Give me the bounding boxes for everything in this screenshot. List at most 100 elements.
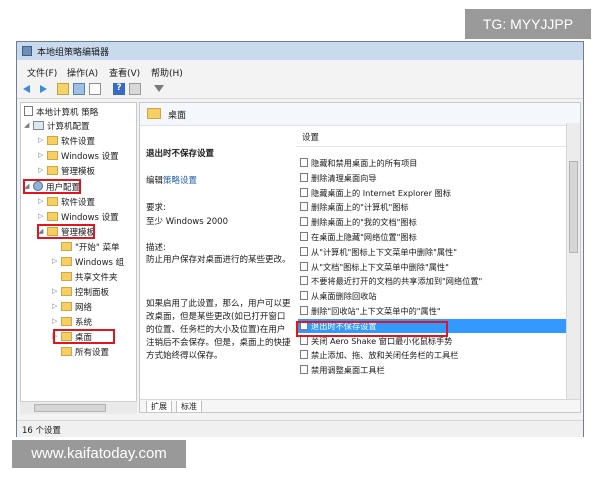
filter-icon[interactable]	[153, 83, 165, 95]
setting-row[interactable]: 隐藏和禁用桌面上的所有项目	[298, 156, 566, 170]
tree-windows-components[interactable]: ▷ Windows 组	[52, 256, 125, 269]
up-folder-icon[interactable]	[57, 83, 69, 95]
setting-row[interactable]: 禁止添加、拖、放和关闭任务栏的工具栏	[298, 348, 566, 362]
group-policy-editor-window: 本地组策略编辑器 文件(F) 操作(A) 查看(V) 帮助(H) ? 本地计算机…	[16, 41, 584, 437]
setting-row[interactable]: 从"文档"图标上下文菜单中删除"属性"	[298, 260, 566, 274]
setting-label: 从"文档"图标上下文菜单中删除"属性"	[311, 261, 449, 272]
collapse-arrow-icon[interactable]: ▷	[52, 287, 57, 295]
setting-label: 禁止添加、拖、放和关闭任务栏的工具栏	[311, 350, 459, 361]
status-text: 16 个设置	[22, 426, 62, 436]
tree-user-windows-settings[interactable]: ▷ Windows 设置	[38, 211, 119, 224]
tree-network[interactable]: ▷ 网络	[52, 301, 93, 314]
tree-shared-folders-label: 共享文件夹	[75, 273, 118, 283]
menu-file[interactable]: 文件(F)	[27, 66, 57, 79]
tree-user-windows-label: Windows 设置	[61, 213, 119, 223]
tree-system-label: 系统	[75, 318, 93, 328]
status-bar: 16 个设置	[17, 420, 583, 437]
menu-help[interactable]: 帮助(H)	[151, 66, 183, 79]
collapse-arrow-icon[interactable]: ▷	[38, 197, 43, 205]
collapse-arrow-icon[interactable]: ▷	[52, 302, 57, 310]
detail-pane: 桌面 退出时不保存设置 编辑策略设置 要求: 至少 Windows 2000 描…	[139, 102, 581, 413]
collapse-arrow-icon[interactable]: ▷	[52, 257, 57, 265]
folder-icon	[61, 287, 72, 296]
tree-network-label: 网络	[75, 303, 93, 313]
tree-start-menu[interactable]: "开始" 菜单	[61, 241, 120, 254]
requirements-label: 要求:	[146, 203, 166, 213]
setting-label: 隐藏桌面上的 Internet Explorer 图标	[311, 187, 451, 198]
folder-icon	[47, 136, 58, 145]
show-hide-tree-icon[interactable]	[73, 83, 85, 95]
description-panel: 退出时不保存设置 编辑策略设置 要求: 至少 Windows 2000 描述: …	[140, 126, 291, 412]
tree-all-settings[interactable]: 所有设置	[61, 346, 109, 359]
tree-control-panel-label: 控制面板	[75, 288, 110, 298]
tree-user-software-label: 软件设置	[61, 198, 96, 208]
tree-control-panel[interactable]: ▷ 控制面板	[52, 286, 110, 299]
setting-label: 关闭 Aero Shake 窗口最小化鼠标手势	[311, 335, 453, 346]
settings-column-header[interactable]: 设置	[302, 131, 319, 143]
edit-prefix: 编辑	[146, 176, 164, 186]
window-title: 本地组策略编辑器	[37, 48, 110, 58]
export-list-icon[interactable]	[89, 83, 101, 95]
tree-software-settings-label: 软件设置	[61, 137, 96, 147]
setting-row[interactable]: 隐藏桌面上的 Internet Explorer 图标	[298, 186, 566, 200]
detail-header: 桌面	[140, 103, 580, 126]
scroll-thumb[interactable]	[569, 161, 578, 253]
setting-doc-icon	[300, 276, 308, 286]
tab-extended[interactable]: 扩展	[146, 401, 172, 412]
tree-software-settings[interactable]: ▷ 软件设置	[38, 135, 96, 148]
tree-admin-templates-label: 管理模板	[61, 167, 96, 177]
highlight-box-selected-setting	[296, 321, 448, 337]
collapse-arrow-icon[interactable]: ▷	[38, 136, 43, 144]
tree-computer-config[interactable]: ◢ 计算机配置	[24, 120, 90, 133]
setting-row[interactable]: 在桌面上隐藏"网络位置"图标	[298, 230, 566, 244]
setting-row[interactable]: 删除"回收站"上下文菜单中的"属性"	[298, 304, 566, 318]
setting-doc-icon	[300, 158, 308, 167]
tree-root-label: 本地计算机 策略	[36, 108, 99, 118]
help-icon[interactable]: ?	[113, 83, 125, 95]
setting-row[interactable]: 不要将最近打开的文档的共享添加到"网络位置"	[298, 274, 566, 288]
toolbar: ?	[17, 80, 583, 99]
setting-label: 删除清理桌面向导	[311, 172, 377, 183]
tree-user-software-settings[interactable]: ▷ 软件设置	[38, 196, 96, 209]
setting-row[interactable]: 从桌面删除回收站	[298, 289, 566, 303]
highlight-box-user-config	[23, 179, 81, 194]
tree-horizontal-scrollbar[interactable]	[20, 401, 137, 414]
expand-arrow-icon[interactable]: ◢	[24, 121, 29, 129]
setting-row[interactable]: 删除桌面上的"我的文档"图标	[298, 215, 566, 229]
forward-arrow-icon[interactable]	[37, 83, 49, 95]
tree-system[interactable]: ▷ 系统	[52, 316, 93, 329]
edit-policy-link[interactable]: 策略设置	[163, 176, 197, 186]
tree-admin-templates[interactable]: ▷ 管理模板	[38, 165, 96, 178]
folder-icon	[61, 257, 72, 266]
tree-windows-settings-label: Windows 设置	[61, 152, 119, 162]
scroll-thumb[interactable]	[34, 404, 106, 412]
tree-windows-components-label: Windows 组	[75, 258, 125, 268]
menu-view[interactable]: 查看(V)	[109, 66, 140, 79]
setting-doc-icon	[300, 291, 308, 301]
setting-row[interactable]: 禁用调整桌面工具栏	[298, 363, 566, 377]
setting-row[interactable]: 删除清理桌面向导	[298, 171, 566, 185]
tree-windows-settings[interactable]: ▷ Windows 设置	[38, 150, 119, 163]
highlight-box-admin-templates	[37, 224, 95, 239]
setting-row[interactable]: 从"计算机"图标上下文菜单中删除"属性"	[298, 245, 566, 259]
setting-row[interactable]: 删除桌面上的"计算机"图标	[298, 200, 566, 214]
tree-shared-folders[interactable]: 共享文件夹	[61, 271, 118, 284]
tab-standard[interactable]: 标准	[176, 401, 202, 412]
collapse-arrow-icon[interactable]: ▷	[38, 212, 43, 220]
setting-doc-icon	[300, 350, 308, 360]
view-tabs: 扩展 标准	[140, 399, 580, 412]
policy-icon	[24, 106, 33, 116]
collapse-arrow-icon[interactable]: ▷	[52, 317, 57, 325]
title-bar: 本地组策略编辑器	[17, 42, 583, 60]
description-label: 描述:	[146, 243, 166, 253]
folder-icon	[47, 212, 58, 221]
properties-icon[interactable]	[129, 83, 141, 95]
setting-label: 禁用调整桌面工具栏	[311, 365, 385, 376]
collapse-arrow-icon[interactable]: ▷	[38, 151, 43, 159]
tree-root[interactable]: 本地计算机 策略	[24, 106, 98, 119]
collapse-arrow-icon[interactable]: ▷	[38, 166, 43, 174]
setting-doc-icon	[300, 306, 308, 315]
menu-action[interactable]: 操作(A)	[67, 66, 98, 79]
back-arrow-icon[interactable]	[22, 83, 34, 95]
settings-vertical-scrollbar[interactable]	[566, 123, 580, 412]
